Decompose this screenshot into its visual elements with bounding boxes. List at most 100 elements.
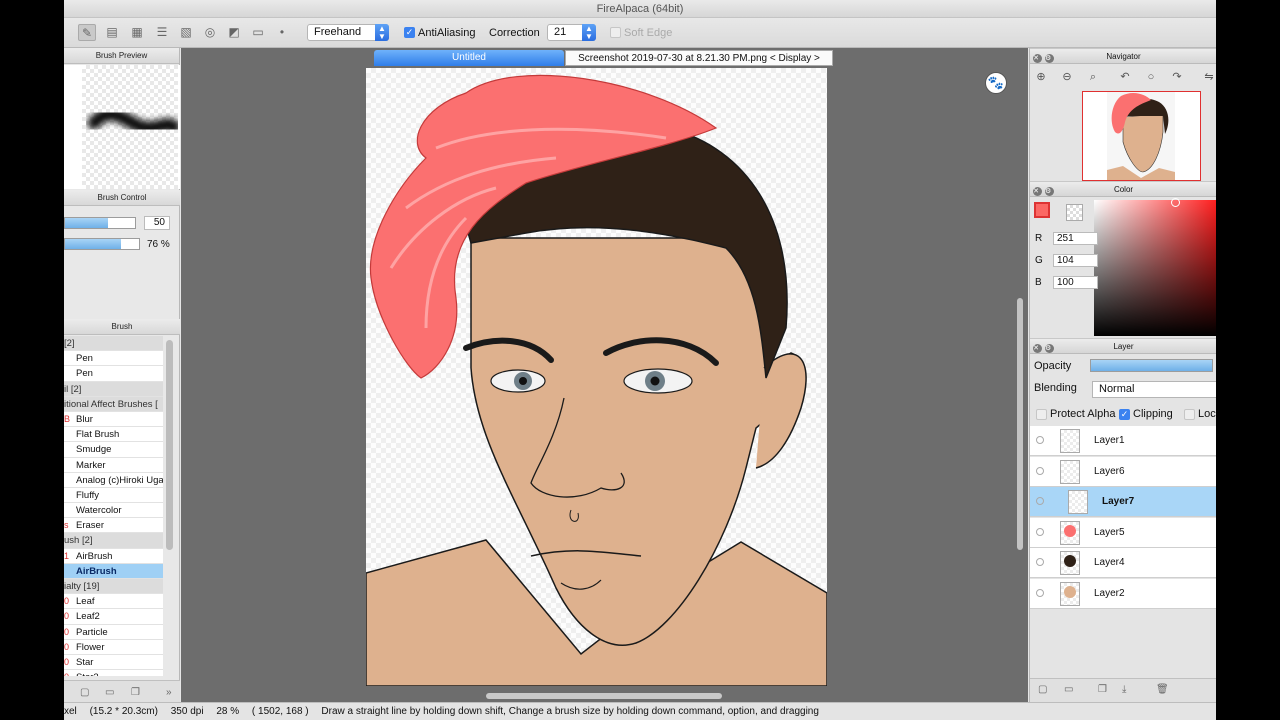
hatch-tool-icon[interactable]: ▤ — [103, 24, 121, 41]
panel-options-icon[interactable]: ⚙ — [1045, 187, 1054, 196]
add-brush-icon[interactable]: ▢ — [80, 687, 90, 698]
layer-row[interactable]: Layer4 — [1030, 548, 1216, 578]
new-layer-icon[interactable]: ▢ — [1038, 684, 1050, 696]
clipping-checkbox[interactable]: ✓ — [1119, 409, 1130, 420]
brush-item[interactable]: Watercolor — [64, 503, 163, 519]
visibility-eye-icon[interactable] — [1036, 466, 1044, 475]
brush-size-value[interactable]: 50 — [144, 216, 170, 230]
layer-row[interactable]: Layer1 — [1030, 426, 1216, 456]
soft-edge-checkbox[interactable] — [610, 27, 621, 38]
brush-item[interactable]: Fluffy — [64, 488, 163, 504]
lines-tool-icon[interactable]: ☰ — [153, 24, 171, 41]
brush-group[interactable]: ialty [19] — [64, 579, 163, 595]
panel-options-icon[interactable]: ⚙ — [1045, 344, 1054, 353]
alpaca-mascot-icon[interactable]: 🐾 — [985, 72, 1007, 94]
canvas-area[interactable]: Untitled Screenshot 2019-07-30 at 8.21.3… — [181, 48, 1028, 702]
color-picker-cursor[interactable] — [1171, 198, 1180, 207]
perspective-tool-icon[interactable]: ▧ — [177, 24, 195, 41]
brush-item[interactable]: 0 Star2 — [64, 670, 163, 676]
new-folder-icon[interactable]: ▭ — [1064, 684, 1076, 696]
layer-row[interactable]: Layer5 — [1030, 517, 1216, 548]
visibility-eye-icon[interactable] — [1036, 497, 1044, 505]
lock-checkbox[interactable] — [1184, 409, 1195, 420]
folder-icon[interactable]: ▭ — [105, 687, 115, 698]
more-icon[interactable]: » — [166, 687, 176, 698]
brush-group[interactable]: ush [2] — [64, 533, 163, 549]
rotate-reset-icon[interactable]: ○ — [1144, 70, 1158, 84]
layer-row[interactable]: Layer2 — [1030, 578, 1216, 609]
canvas-vertical-scrollbar[interactable] — [1017, 298, 1023, 550]
brush-list-scrollbar[interactable] — [166, 340, 173, 550]
layer-row[interactable]: Layer7 — [1030, 487, 1216, 517]
correction-select[interactable]: 21 ▲ ▼ — [547, 24, 596, 41]
flip-icon[interactable]: ⇋ — [1202, 70, 1216, 84]
brush-item-label: Watercolor — [76, 505, 122, 517]
firealpaca-window: FireAlpaca (64bit) ✎ ▤ ▦ ☰ ▧ ◎ ◩ ▭ • Fre… — [64, 0, 1216, 720]
brush-opacity-slider[interactable] — [64, 238, 140, 250]
tab-untitled[interactable]: Untitled — [374, 50, 564, 66]
zoom-fit-icon[interactable]: ⌕ — [1086, 70, 1100, 84]
rotate-right-icon[interactable]: ↷ — [1170, 70, 1184, 84]
duplicate-layer-icon[interactable]: ❐ — [1098, 684, 1110, 696]
radial-tool-icon[interactable]: ◩ — [225, 24, 243, 41]
zoom-in-icon[interactable]: ⊕ — [1034, 70, 1048, 84]
layer-thumbnail — [1060, 459, 1080, 484]
brush-item[interactable]: 0 Particle — [64, 625, 163, 640]
status-size: (15.2 * 20.3cm) — [89, 706, 158, 717]
primary-color-swatch[interactable] — [1034, 202, 1050, 218]
close-panel-icon[interactable]: ✕ — [1033, 187, 1042, 196]
close-panel-icon[interactable]: ✕ — [1033, 54, 1042, 63]
concentric-tool-icon[interactable]: ◎ — [201, 24, 219, 41]
tab-screenshot[interactable]: Screenshot 2019-07-30 at 8.21.30 PM.png … — [565, 50, 833, 66]
navigator-preview[interactable] — [1082, 91, 1201, 181]
dot-icon[interactable]: • — [273, 24, 291, 41]
brush-item[interactable]: Marker — [64, 458, 163, 473]
brush-group[interactable]: itional Affect Brushes [ — [64, 396, 163, 412]
brush-item[interactable]: Pen — [64, 366, 163, 382]
delete-layer-icon[interactable]: 🗑 — [1156, 684, 1169, 696]
canvas-horizontal-scrollbar[interactable] — [486, 693, 722, 699]
brush-item[interactable]: AirBrush — [64, 563, 163, 579]
brush-size-slider[interactable] — [64, 217, 136, 229]
brush-item[interactable]: 0 Flower — [64, 640, 163, 655]
stroke-mode-select[interactable]: Freehand ▲ ▼ — [307, 24, 389, 41]
zoom-out-icon[interactable]: ⊖ — [1060, 70, 1074, 84]
brush-item[interactable]: Pen — [64, 351, 163, 367]
antialiasing-checkbox[interactable]: ✓ — [404, 27, 415, 38]
visibility-eye-icon[interactable] — [1036, 436, 1044, 444]
brush-item[interactable]: 0 Leaf — [64, 594, 163, 610]
brush-item[interactable]: B Blur — [64, 412, 163, 428]
transparent-color-swatch[interactable] — [1066, 204, 1083, 221]
snap-off-icon[interactable]: ▭ — [249, 24, 267, 41]
r-value-field[interactable]: 251 — [1053, 232, 1098, 245]
brush-item[interactable]: 1 AirBrush — [64, 549, 163, 564]
layer-row[interactable]: Layer6 — [1030, 456, 1216, 487]
color-picker-field[interactable] — [1094, 198, 1216, 336]
brush-item-label: Particle — [76, 626, 108, 638]
blending-select[interactable]: Normal — [1092, 381, 1216, 398]
drawing-canvas[interactable] — [366, 68, 827, 686]
g-value-field[interactable]: 104 — [1053, 254, 1098, 267]
brush-group[interactable]: il [2] — [64, 381, 163, 397]
visibility-eye-icon[interactable] — [1036, 558, 1044, 566]
visibility-eye-icon[interactable] — [1036, 527, 1044, 536]
brush-group[interactable]: [2] — [64, 336, 163, 352]
pen-tool-icon[interactable]: ✎ — [78, 24, 96, 41]
brush-item[interactable]: Flat Brush — [64, 427, 163, 443]
visibility-eye-icon[interactable] — [1036, 588, 1044, 597]
duplicate-icon[interactable]: ❐ — [131, 687, 141, 698]
merge-down-icon[interactable]: ⤓ — [1122, 684, 1134, 696]
panel-options-icon[interactable]: ⚙ — [1045, 54, 1054, 63]
brush-item[interactable]: Smudge — [64, 442, 163, 458]
grid-tool-icon[interactable]: ▦ — [128, 24, 146, 41]
protect-alpha-checkbox[interactable] — [1036, 409, 1047, 420]
close-panel-icon[interactable]: ✕ — [1033, 344, 1042, 353]
brush-item-label: Leaf — [76, 596, 95, 608]
brush-item[interactable]: 0 Leaf2 — [64, 609, 163, 625]
b-value-field[interactable]: 100 — [1053, 276, 1098, 289]
brush-item[interactable]: 0 Star — [64, 655, 163, 671]
brush-item[interactable]: Analog (c)Hiroki Uga — [64, 473, 163, 488]
rotate-left-icon[interactable]: ↶ — [1118, 70, 1132, 84]
layer-opacity-slider[interactable] — [1090, 359, 1213, 372]
brush-item[interactable]: s Eraser — [64, 518, 163, 534]
